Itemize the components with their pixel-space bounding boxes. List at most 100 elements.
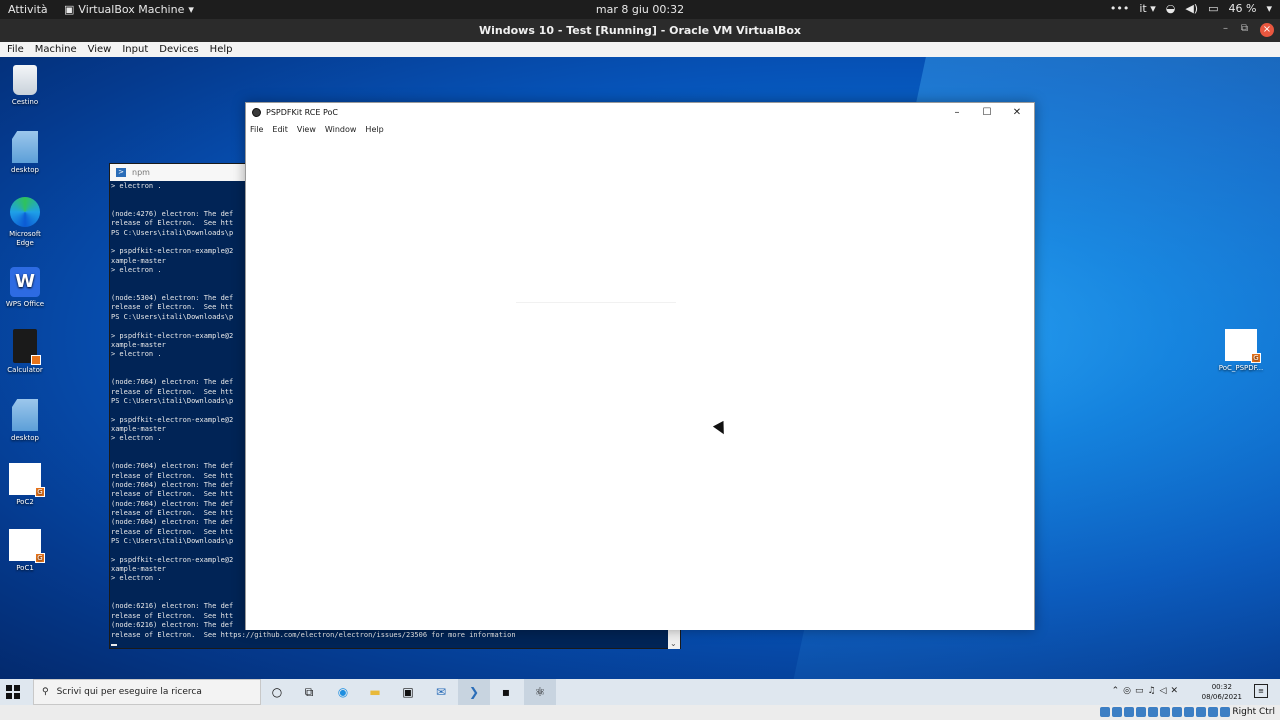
desktop-icon-desktop-folder[interactable]: desktop: [0, 131, 50, 175]
edge-icon: [10, 197, 40, 227]
activities-button[interactable]: Attività: [8, 3, 48, 16]
search-placeholder: Scrivi qui per eseguire la ricerca: [56, 687, 202, 697]
cmd-taskbar-icon[interactable]: ▪: [498, 684, 514, 700]
desktop-icon-label: Microsoft Edge: [9, 230, 41, 247]
desktop-icon-poc2[interactable]: G PoC2: [0, 463, 50, 507]
host-system-tray[interactable]: ••• it ▾ ◒ ◀) ▭ 46 % ▾: [1110, 2, 1272, 15]
notification-center-icon[interactable]: ≡: [1254, 684, 1268, 698]
vbox-status-icons[interactable]: [1100, 707, 1230, 717]
vbox-menu-view[interactable]: View: [88, 44, 112, 55]
vbox-menu-devices[interactable]: Devices: [159, 44, 198, 55]
desktop-icon-poc-pspdf[interactable]: G PoC_PSPDF...: [1216, 329, 1266, 373]
desktop-icon-edge[interactable]: Microsoft Edge: [0, 197, 50, 248]
vbox-menu-machine[interactable]: Machine: [35, 44, 77, 55]
desktop-icon-label: PoC_PSPDF...: [1218, 364, 1264, 372]
cortana-icon[interactable]: ○: [269, 684, 285, 700]
chevron-down-icon: ▾: [1266, 2, 1272, 15]
host-key-label: Right Ctrl: [1232, 707, 1275, 717]
shortcut-badge-icon: G: [35, 487, 45, 497]
optical-drive-icon[interactable]: [1112, 707, 1122, 717]
windows-tray-icons[interactable]: ⌃◎▭♫◁✕: [1112, 686, 1182, 696]
shared-folder-icon[interactable]: [1160, 707, 1170, 717]
powershell-taskbar-icon[interactable]: ❯: [466, 684, 482, 700]
app-title-bar[interactable]: PSPDFKit RCE PoC – ☐ ✕: [246, 103, 1034, 122]
desktop-icon-poc1[interactable]: G PoC1: [0, 529, 50, 573]
app-menu-edit[interactable]: Edit: [272, 125, 288, 134]
audio-icon[interactable]: [1124, 707, 1134, 717]
app-window-title: PSPDFKit RCE PoC: [266, 108, 338, 117]
restore-icon[interactable]: ⧉: [1241, 23, 1248, 34]
desktop-icon-desktop-folder-2[interactable]: desktop: [0, 399, 50, 443]
windows-date: 08/06/2021: [1201, 693, 1242, 701]
terminal-line: release of Electron. See https://github.…: [111, 630, 516, 639]
minimize-icon[interactable]: –: [942, 104, 972, 121]
windows-time: 00:32: [1211, 683, 1232, 691]
desktop-icon-label: WPS Office: [5, 300, 45, 308]
content-faint-line: [516, 302, 676, 303]
shortcut-badge-icon: G: [1251, 353, 1261, 363]
close-icon[interactable]: ×: [1260, 23, 1274, 37]
app-menu[interactable]: ▣ VirtualBox Machine ▾: [64, 3, 194, 16]
shortcut-badge-icon: [31, 355, 41, 365]
vbox-title-bar: Windows 10 - Test [Running] - Oracle VM …: [0, 19, 1280, 42]
folder-icon: [12, 131, 38, 163]
network-icon[interactable]: [1136, 707, 1146, 717]
app-menu-window[interactable]: Window: [325, 125, 357, 134]
vbox-menu-input[interactable]: Input: [122, 44, 148, 55]
desktop-icon-label: desktop: [11, 166, 39, 174]
terminal-cursor: [111, 644, 117, 646]
desktop-icon-wps-office[interactable]: W WPS Office: [0, 267, 50, 309]
app-menu-bar: File Edit View Window Help: [246, 122, 1034, 136]
mail-icon[interactable]: ✉: [433, 684, 449, 700]
more-icon[interactable]: •••: [1110, 2, 1129, 15]
maximize-icon[interactable]: ☐: [972, 104, 1002, 121]
store-icon[interactable]: ▣: [400, 684, 416, 700]
chevron-down-icon: ▾: [188, 3, 194, 16]
app-menu-view[interactable]: View: [297, 125, 316, 134]
scroll-down-icon[interactable]: ⌄: [670, 639, 677, 648]
pspdfkit-app-window[interactable]: PSPDFKit RCE PoC – ☐ ✕ File Edit View Wi…: [245, 102, 1035, 630]
usb-icon[interactable]: [1148, 707, 1158, 717]
keyboard-icon[interactable]: [1220, 707, 1230, 717]
vbox-window-title: Windows 10 - Test [Running] - Oracle VM …: [479, 24, 801, 37]
app-content-area[interactable]: [246, 136, 1034, 630]
windows-start-icon[interactable]: [6, 685, 20, 699]
windows-clock[interactable]: 00:32 08/06/2021: [1202, 682, 1242, 702]
taskbar-search-box[interactable]: ⚲ Scrivi qui per eseguire la ricerca: [33, 679, 261, 705]
vbox-menu-help[interactable]: Help: [210, 44, 233, 55]
document-icon: G: [1225, 329, 1261, 363]
calculator-icon: [13, 329, 41, 365]
windows-taskbar: ⚲ Scrivi qui per eseguire la ricerca ○ ⧉…: [0, 679, 1280, 705]
desktop-icon-label: Cestino: [11, 98, 39, 106]
vbox-status-bar: Right Ctrl: [0, 705, 1280, 720]
volume-icon: ◀): [1185, 2, 1199, 15]
guest-desktop[interactable]: Cestino desktop Microsoft Edge W WPS Off…: [0, 57, 1280, 679]
powershell-icon: >: [116, 168, 126, 177]
app-menu-label: VirtualBox Machine: [78, 3, 185, 16]
display-icon[interactable]: [1172, 707, 1182, 717]
electron-taskbar-icon[interactable]: ⚛: [532, 684, 548, 700]
desktop-icon-label: Calculator: [7, 366, 43, 374]
terminal-title: npm: [132, 168, 150, 177]
close-icon[interactable]: ✕: [1002, 104, 1032, 121]
shortcut-badge-icon: G: [35, 553, 45, 563]
hdd-icon[interactable]: [1100, 707, 1110, 717]
host-top-bar: Attività ▣ VirtualBox Machine ▾ mar 8 gi…: [0, 0, 1280, 19]
app-menu-help[interactable]: Help: [365, 125, 383, 134]
cpu-icon[interactable]: [1196, 707, 1206, 717]
electron-app-icon: [252, 108, 261, 117]
file-explorer-icon[interactable]: ▬: [367, 684, 383, 700]
virtualbox-app-icon: ▣: [64, 3, 75, 16]
desktop-icon-recycle-bin[interactable]: Cestino: [0, 65, 50, 107]
vbox-menu-file[interactable]: File: [7, 44, 24, 55]
edge-taskbar-icon[interactable]: ◉: [335, 684, 351, 700]
mouse-integration-icon[interactable]: [1208, 707, 1218, 717]
language-indicator[interactable]: it ▾: [1139, 2, 1155, 15]
desktop-icon-calculator[interactable]: Calculator: [0, 329, 50, 375]
battery-icon: ▭: [1208, 2, 1219, 15]
task-view-icon[interactable]: ⧉: [301, 684, 317, 700]
app-menu-file[interactable]: File: [250, 125, 263, 134]
minimize-icon[interactable]: –: [1223, 23, 1228, 34]
wifi-icon: ◒: [1165, 2, 1176, 15]
recording-icon[interactable]: [1184, 707, 1194, 717]
